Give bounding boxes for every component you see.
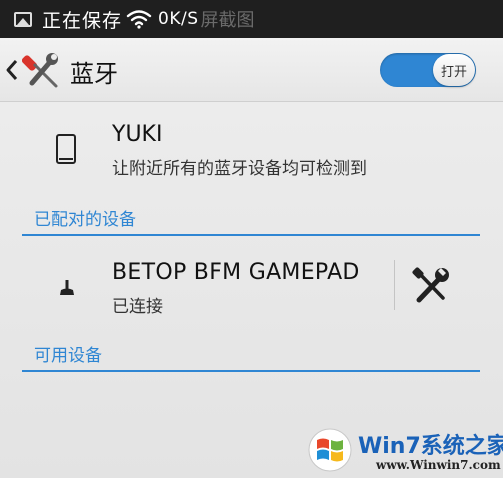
device-name: YUKI <box>112 122 163 147</box>
paired-devices-header: 已配对的设备 <box>22 200 480 236</box>
paired-device-row[interactable]: BETOP BFM GAMEPAD 已连接 <box>0 242 503 332</box>
watermark-title: Win7系统之家 <box>358 434 503 459</box>
this-device-row[interactable]: YUKI 让附近所有的蓝牙设备均可检测到 <box>0 102 503 194</box>
back-icon <box>6 60 18 80</box>
phone-icon <box>56 134 76 164</box>
status-bar: 正在保存 0K/S 屏截图 <box>0 0 503 38</box>
windows-logo-icon <box>308 428 352 472</box>
wifi-icon <box>126 9 152 29</box>
device-visibility-description: 让附近所有的蓝牙设备均可检测到 <box>112 159 367 179</box>
page-title: 蓝牙 <box>70 60 118 88</box>
status-ghost-text: 屏截图 <box>200 10 255 31</box>
paired-device-status: 已连接 <box>112 297 163 317</box>
bluetooth-content: YUKI 让附近所有的蓝牙设备均可检测到 已配对的设备 BETOP BFM GA… <box>0 102 503 478</box>
wrench-screwdriver-icon <box>412 267 449 303</box>
network-speed: 0K/S <box>158 9 199 29</box>
watermark-url: www.Winwin7.com <box>376 458 501 472</box>
device-settings-button[interactable] <box>410 264 454 308</box>
action-bar: 蓝牙 打开 <box>0 38 503 102</box>
row-divider <box>394 260 395 310</box>
toggle-label: 打开 <box>440 64 467 80</box>
image-icon <box>14 11 32 27</box>
available-devices-header: 可用设备 <box>22 336 480 372</box>
bluetooth-toggle[interactable]: 打开 <box>380 53 476 87</box>
settings-logo-icon[interactable] <box>21 50 62 90</box>
available-devices-header-label: 可用设备 <box>34 346 102 366</box>
paired-device-name: BETOP BFM GAMEPAD <box>112 260 360 285</box>
back-button[interactable] <box>2 52 22 88</box>
status-saving-text: 正在保存 <box>42 9 123 32</box>
gamepad-icon <box>58 279 76 297</box>
toggle-knob: 打开 <box>433 54 475 86</box>
paired-devices-header-label: 已配对的设备 <box>34 210 136 230</box>
watermark: Win7系统之家 www.Winwin7.com <box>308 428 503 474</box>
